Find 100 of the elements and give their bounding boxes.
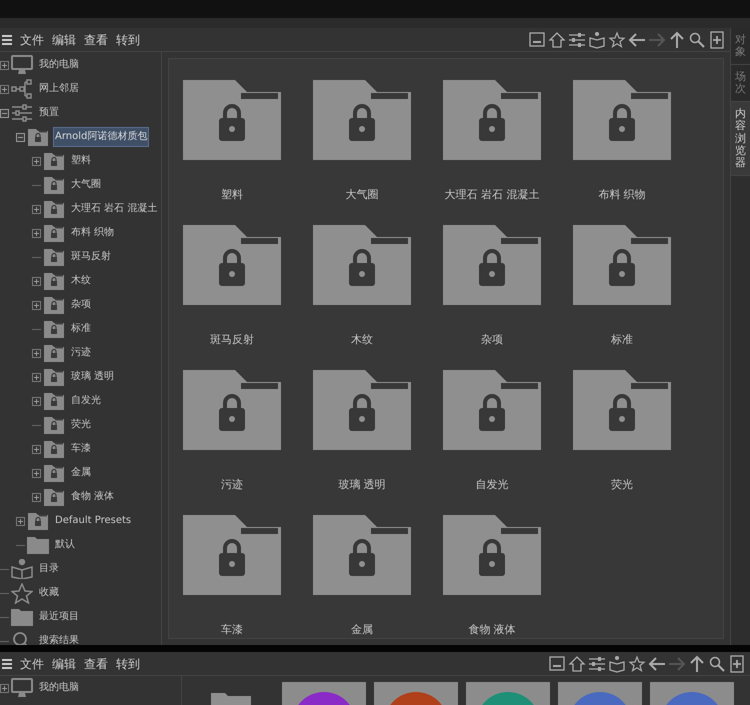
folder-label: 金属 [351,622,373,638]
back-arrow-icon[interactable] [648,654,666,672]
locked-folder-icon[interactable] [573,80,671,160]
tree-item[interactable]: 自发光 [69,391,103,411]
expand-toggle[interactable] [32,300,41,310]
book-icon[interactable] [588,30,606,48]
tree-item[interactable]: 斑马反射 [69,247,113,267]
material-thumbnail[interactable] [650,682,734,705]
panel-icon[interactable] [528,30,546,48]
locked-folder-icon[interactable] [313,515,411,595]
locked-folder-icon[interactable] [443,370,541,450]
menu-item[interactable]: 查看 [80,654,112,672]
menu-item[interactable]: 文件 [16,654,48,672]
expand-toggle[interactable] [32,444,41,454]
book-icon[interactable] [608,654,626,672]
up-arrow-icon[interactable] [668,30,686,48]
expand-toggle[interactable] [0,684,9,692]
add-icon[interactable] [728,654,746,672]
locked-folder-icon[interactable] [313,370,411,450]
tree-item[interactable]: 车漆 [69,439,93,459]
star-icon[interactable] [628,654,646,672]
expand-toggle[interactable] [32,396,41,406]
expand-toggle[interactable] [32,276,41,286]
locked-folder-icon [44,224,64,242]
search-icon[interactable] [688,30,706,48]
material-thumbnail[interactable] [466,682,550,705]
tree-item[interactable]: 玻璃 透明 [69,367,116,387]
tree-item[interactable]: 目录 [37,559,61,579]
folder-label: 塑料 [221,187,243,203]
menu-item[interactable]: 转到 [112,30,144,48]
folder-label: 木纹 [351,332,373,348]
tree-item[interactable]: 我的电脑 [37,55,81,75]
menu-item[interactable]: 查看 [80,30,112,48]
side-tab[interactable]: 内容浏览器 [731,102,750,176]
tree-item[interactable]: 木纹 [69,271,93,291]
locked-folder-icon[interactable] [573,225,671,305]
add-icon[interactable] [708,30,726,48]
tree-item[interactable]: 杂项 [69,295,93,315]
expand-toggle[interactable] [32,492,41,502]
locked-folder-icon[interactable] [573,370,671,450]
sliders-icon[interactable] [588,654,606,672]
search-icon[interactable] [708,654,726,672]
folder-label: 标准 [611,332,633,348]
tree-item[interactable]: 大理石 岩石 混凝土 [69,199,160,219]
tree-item[interactable]: 默认 [53,535,77,555]
locked-folder-icon [44,296,64,314]
tree-item[interactable]: 布料 织物 [69,223,116,243]
expand-toggle[interactable] [0,84,9,94]
menu-icon[interactable] [2,34,12,44]
tree-item[interactable]: Arnold阿诺德材质包 [53,127,150,147]
menu-item[interactable]: 文件 [16,30,48,48]
tree-item[interactable]: 网上邻居 [37,79,81,99]
expand-toggle[interactable] [32,348,41,358]
locked-folder-icon[interactable] [183,515,281,595]
expand-toggle[interactable] [32,468,41,478]
expand-toggle[interactable] [16,516,25,526]
locked-folder-icon [44,440,64,458]
tree-item[interactable]: 金属 [69,463,93,483]
up-arrow-icon[interactable] [688,654,706,672]
material-thumbnail[interactable] [558,682,642,705]
expand-toggle[interactable] [32,204,41,214]
expand-toggle[interactable] [0,60,9,70]
locked-folder-icon[interactable] [183,225,281,305]
tree-item[interactable]: 食物 液体 [69,487,116,507]
locked-folder-icon[interactable] [443,225,541,305]
tree-item[interactable]: 搜索结果 [37,631,81,645]
locked-folder-icon[interactable] [313,80,411,160]
collapse-toggle[interactable] [16,132,25,142]
collapse-toggle[interactable] [0,108,9,118]
menu-item[interactable]: 转到 [112,654,144,672]
tree-item[interactable]: 预置 [37,103,61,123]
locked-folder-icon[interactable] [183,80,281,160]
home-icon[interactable] [548,30,566,48]
material-thumbnail[interactable] [374,682,458,705]
expand-toggle[interactable] [32,156,41,166]
tree-item[interactable]: 塑料 [69,151,93,171]
locked-folder-icon[interactable] [443,80,541,160]
locked-folder-icon[interactable] [443,515,541,595]
home-icon[interactable] [568,654,586,672]
tree-item[interactable]: 污迹 [69,343,93,363]
star-icon[interactable] [608,30,626,48]
expand-toggle[interactable] [32,372,41,382]
tree-item[interactable]: 大气圈 [69,175,103,195]
material-thumbnail[interactable] [282,682,366,705]
panel-icon[interactable] [548,654,566,672]
folder-label: 荧光 [611,477,633,493]
menu-item[interactable]: 编辑 [48,654,80,672]
tree-item[interactable]: Default Presets [53,511,134,531]
tree-item[interactable]: 收藏 [37,583,61,603]
locked-folder-icon[interactable] [183,370,281,450]
menu-item[interactable]: 编辑 [48,30,80,48]
tree-item[interactable]: 最近项目 [37,607,81,627]
menu-icon[interactable] [2,658,12,668]
back-arrow-icon[interactable] [628,30,646,48]
sliders-icon[interactable] [568,30,586,48]
tree-item[interactable]: 我的电脑 [37,678,81,698]
locked-folder-icon[interactable] [313,225,411,305]
tree-item[interactable]: 标准 [69,319,93,339]
tree-item[interactable]: 荧光 [69,415,93,435]
expand-toggle[interactable] [32,228,41,238]
